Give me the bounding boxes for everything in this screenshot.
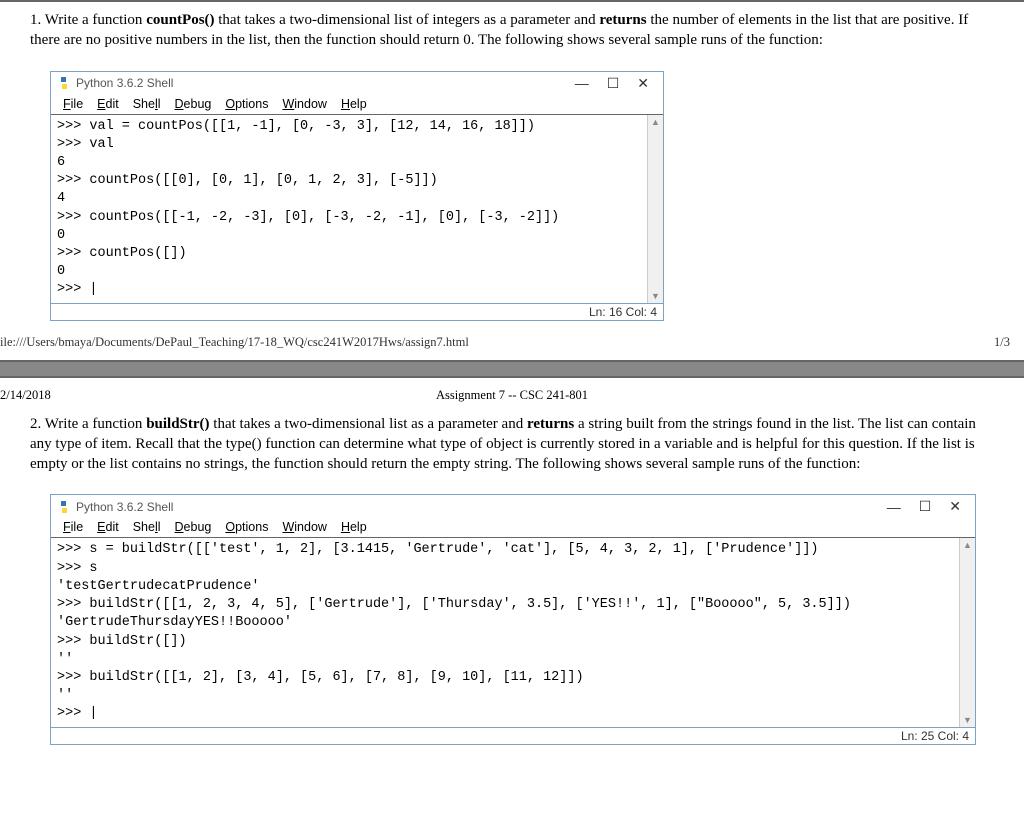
q1-returns: returns xyxy=(599,12,646,28)
maximize-button[interactable]: ☐ xyxy=(607,75,620,92)
scrollbar[interactable]: ▲ ▼ xyxy=(647,115,663,303)
shell-menu-bar: File Edit Shell Debug Options Window Hel… xyxy=(51,95,663,115)
scrollbar[interactable]: ▲ ▼ xyxy=(959,538,975,726)
python-logo-icon xyxy=(57,76,71,90)
window-controls: — ☐ ✕ xyxy=(887,498,969,515)
shell-window-1: Python 3.6.2 Shell — ☐ ✕ File Edit Shell… xyxy=(50,71,664,321)
shell-status-bar: Ln: 25 Col: 4 xyxy=(51,727,975,744)
scroll-up-icon[interactable]: ▲ xyxy=(649,115,662,129)
q1-text-before: Write a function xyxy=(45,12,146,28)
menu-shell[interactable]: Shell xyxy=(127,97,167,111)
maximize-button[interactable]: ☐ xyxy=(919,498,932,515)
menu-window[interactable]: Window xyxy=(276,520,332,534)
menu-edit[interactable]: Edit xyxy=(91,97,125,111)
menu-debug[interactable]: Debug xyxy=(169,520,218,534)
menu-options[interactable]: Options xyxy=(219,97,274,111)
menu-debug[interactable]: Debug xyxy=(169,97,218,111)
q2-text-mid: that takes a two-dimensional list as a p… xyxy=(210,416,527,432)
shell-title-text: Python 3.6.2 Shell xyxy=(76,76,575,90)
shell-title-bar: Python 3.6.2 Shell — ☐ ✕ xyxy=(51,495,975,518)
header-date: 2/14/2018 xyxy=(0,388,51,402)
window-controls: — ☐ ✕ xyxy=(575,75,657,92)
footer-url: ile:///Users/bmaya/Documents/DePaul_Teac… xyxy=(0,335,469,350)
q1-text-mid: that takes a two-dimensional list of int… xyxy=(215,12,600,28)
shell-body: >>> val = countPos([[1, -1], [0, -3, 3],… xyxy=(51,115,663,303)
shell-status-bar: Ln: 16 Col: 4 xyxy=(51,303,663,320)
minimize-button[interactable]: — xyxy=(887,499,901,515)
shell-content[interactable]: >>> val = countPos([[1, -1], [0, -3, 3],… xyxy=(51,115,663,303)
python-logo-icon xyxy=(57,500,71,514)
menu-help[interactable]: Help xyxy=(335,97,373,111)
scroll-up-icon[interactable]: ▲ xyxy=(961,538,974,552)
footer-page: 1/3 xyxy=(994,335,1010,350)
menu-window[interactable]: Window xyxy=(276,97,332,111)
menu-file[interactable]: File xyxy=(57,97,89,111)
close-button[interactable]: ✕ xyxy=(949,498,961,515)
question-number: 2. xyxy=(30,416,45,432)
question-number: 1. xyxy=(30,12,45,28)
shell-menu-bar: File Edit Shell Debug Options Window Hel… xyxy=(51,518,975,538)
shell-title-text: Python 3.6.2 Shell xyxy=(76,500,887,514)
page-header-2: 2/14/2018 Assignment 7 -- CSC 241-801 xyxy=(0,378,1024,406)
q2-returns: returns xyxy=(527,416,574,432)
scroll-down-icon[interactable]: ▼ xyxy=(649,289,662,303)
menu-help[interactable]: Help xyxy=(335,520,373,534)
header-title: Assignment 7 -- CSC 241-801 xyxy=(436,388,588,403)
page-break xyxy=(0,360,1024,378)
shell-content[interactable]: >>> s = buildStr([['test', 1, 2], [3.141… xyxy=(51,538,975,726)
shell-body: >>> s = buildStr([['test', 1, 2], [3.141… xyxy=(51,538,975,726)
scroll-down-icon[interactable]: ▼ xyxy=(961,713,974,727)
page-footer-1: ile:///Users/bmaya/Documents/DePaul_Teac… xyxy=(0,329,1024,360)
menu-edit[interactable]: Edit xyxy=(91,520,125,534)
question-2: 2. Write a function buildStr() that take… xyxy=(0,406,1024,483)
shell-title-bar: Python 3.6.2 Shell — ☐ ✕ xyxy=(51,72,663,95)
shell-window-2: Python 3.6.2 Shell — ☐ ✕ File Edit Shell… xyxy=(50,494,976,744)
question-1: 1. Write a function countPos() that take… xyxy=(0,2,1024,59)
minimize-button[interactable]: — xyxy=(575,75,589,91)
q1-fn-name: countPos() xyxy=(146,12,214,28)
menu-file[interactable]: File xyxy=(57,520,89,534)
q2-fn-name: buildStr() xyxy=(146,416,209,432)
menu-shell[interactable]: Shell xyxy=(127,520,167,534)
close-button[interactable]: ✕ xyxy=(637,75,649,92)
menu-options[interactable]: Options xyxy=(219,520,274,534)
q2-text-before: Write a function xyxy=(45,416,146,432)
